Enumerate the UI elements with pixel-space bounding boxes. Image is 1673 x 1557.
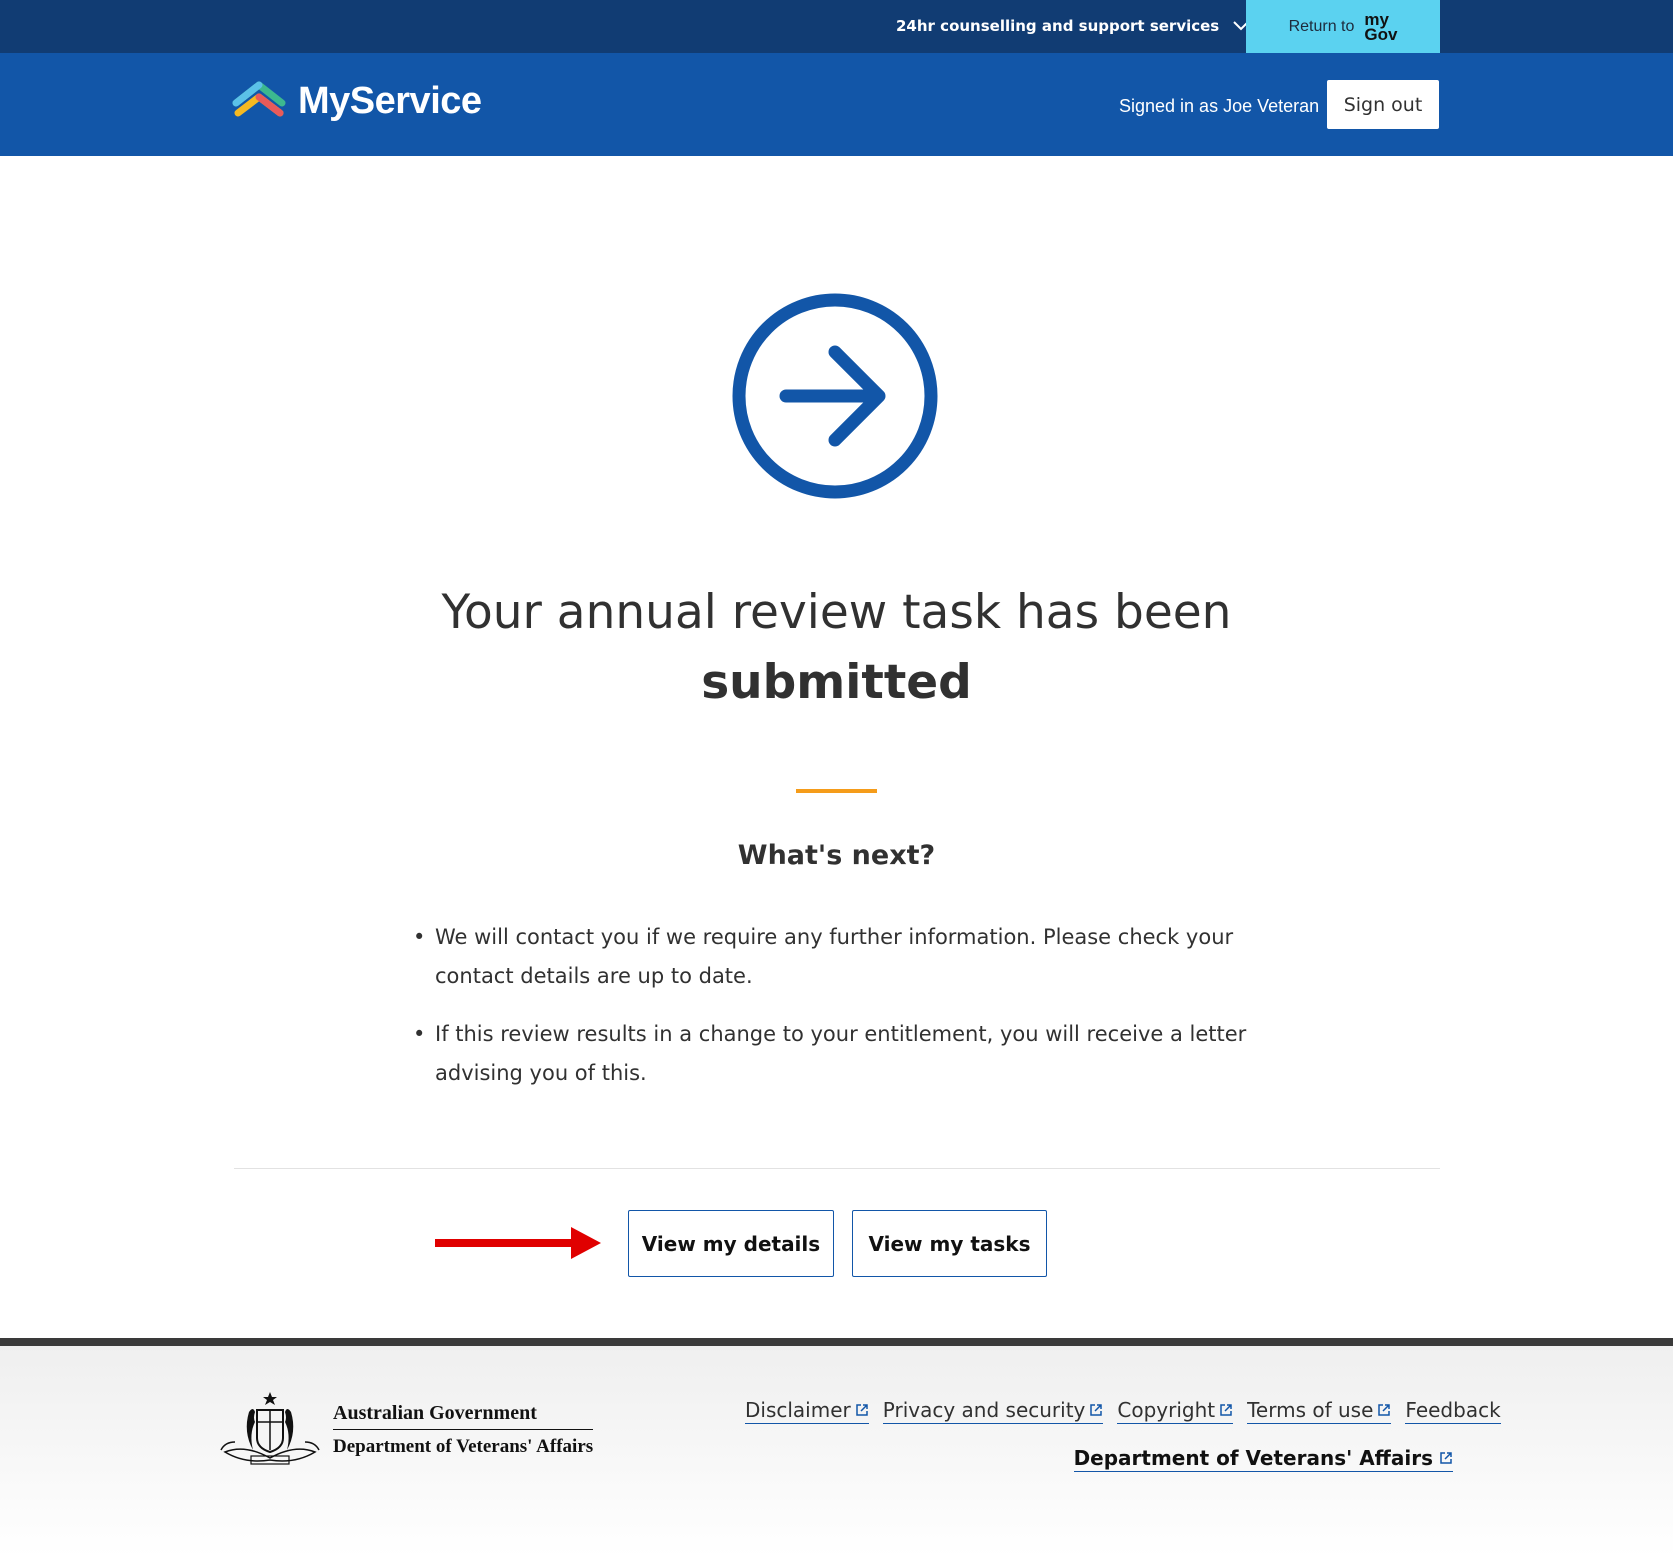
view-my-details-button[interactable]: View my details (628, 1210, 834, 1277)
whats-next-heading: What's next? (737, 840, 936, 871)
top-utility-bar: 24hr counselling and support services Re… (0, 0, 1673, 53)
view-my-tasks-button[interactable]: View my tasks (852, 1210, 1047, 1277)
accent-divider (796, 789, 877, 793)
mygov-logo: my Gov (1364, 9, 1398, 44)
return-to-label: Return to (1288, 17, 1355, 35)
external-link-icon (1220, 1404, 1232, 1416)
signed-in-status: Signed in as Joe Veteran (1119, 96, 1320, 116)
whats-next-list: We will contact you if we require any fu… (413, 918, 1293, 1112)
list-item: If this review results in a change to yo… (413, 1015, 1293, 1093)
external-link-icon (1378, 1404, 1391, 1416)
privacy-and-security-link[interactable]: Privacy and security (882, 1398, 1104, 1424)
feedback-link[interactable]: Feedback (1405, 1398, 1501, 1424)
external-link-icon (856, 1404, 868, 1416)
title-line: Your annual review task has been (441, 585, 1232, 640)
page-title: Your annual review task has been submitt… (0, 578, 1673, 718)
external-link-icon (1440, 1452, 1452, 1464)
annotation-arrow-icon (435, 1227, 601, 1259)
site-header: MyService Signed in as Joe Veteran Sign … (0, 53, 1673, 156)
sign-out-button[interactable]: Sign out (1327, 80, 1439, 129)
terms-of-use-link[interactable]: Terms of use (1247, 1398, 1392, 1424)
support-services-menu[interactable]: 24hr counselling and support services (896, 17, 1249, 35)
list-item: We will contact you if we require any fu… (413, 918, 1293, 996)
footer-top-border (0, 1338, 1673, 1346)
title-status: submitted (701, 655, 972, 710)
myservice-logo-icon (232, 81, 286, 116)
department-of-veterans-affairs-link[interactable]: Department of Veterans' Affairs (1073, 1446, 1453, 1472)
disclaimer-link[interactable]: Disclaimer (745, 1398, 869, 1424)
copyright-link[interactable]: Copyright (1117, 1398, 1234, 1424)
australian-government-logo[interactable]: Australian Government Department of Vete… (215, 1390, 594, 1470)
coat-of-arms-icon (220, 1392, 320, 1465)
brand-name: MyService (298, 80, 482, 122)
department-name: Australian Government Department of Vete… (333, 1402, 594, 1457)
support-services-label: 24hr counselling and support services (896, 17, 1220, 35)
footer-links: Disclaimer Privacy and security Copyrigh… (745, 1398, 1501, 1424)
arrow-right-circle-icon (732, 293, 938, 499)
section-divider (234, 1168, 1440, 1169)
external-link-icon (1090, 1404, 1103, 1416)
myservice-home-link[interactable]: MyService (232, 80, 482, 123)
return-to-mygov-button[interactable]: Return to my Gov (1246, 0, 1440, 53)
site-footer: Australian Government Department of Vete… (0, 1346, 1673, 1557)
